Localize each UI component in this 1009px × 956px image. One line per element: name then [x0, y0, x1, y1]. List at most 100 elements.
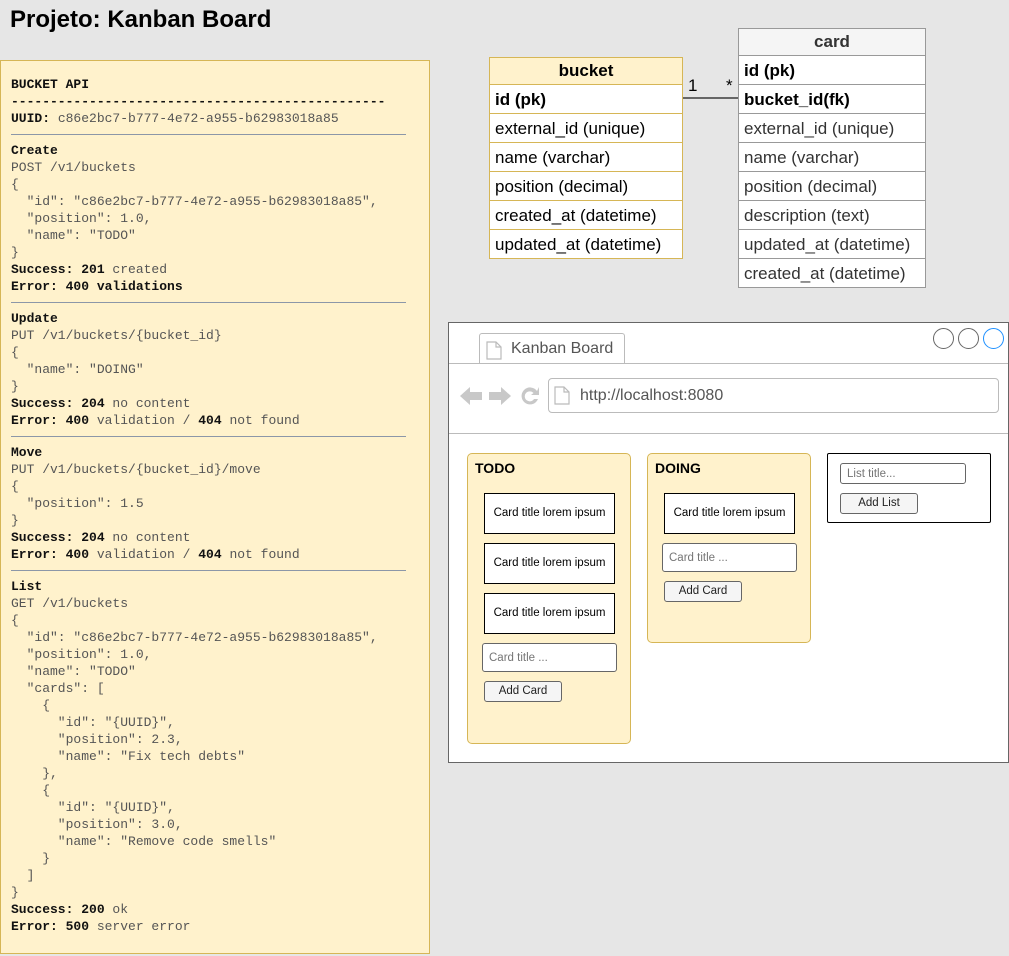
- url-text: http://localhost:8080: [580, 387, 724, 404]
- section-success: Success: 204 no content: [11, 529, 419, 546]
- section-body-line: {: [11, 479, 19, 494]
- section-body-line: ]: [11, 868, 35, 883]
- kanban-card[interactable]: Card title lorem ipsum: [664, 493, 795, 534]
- api-doc-panel: BUCKET API -----------------------------…: [0, 60, 430, 954]
- success-text: created: [104, 262, 168, 277]
- section-body-line: }: [11, 851, 51, 866]
- error-code-2: 404: [198, 413, 222, 428]
- section-request: PUT /v1/buckets/{bucket_id}: [11, 328, 222, 343]
- section-body-line: }: [11, 379, 19, 394]
- relation-line: [683, 97, 739, 99]
- section-body-line: "cards": [: [11, 681, 105, 696]
- er-table-bucket-name: bucket: [490, 58, 682, 84]
- uuid-value: c86e2bc7-b777-4e72-a955-b62983018a85: [50, 111, 339, 126]
- reload-icon[interactable]: [519, 385, 541, 412]
- er-field-row: external_id (unique): [490, 113, 682, 142]
- section-body-line: {: [11, 613, 19, 628]
- er-field-row: position (decimal): [490, 171, 682, 200]
- section-body-line: "id": "{UUID}",: [11, 715, 175, 730]
- back-arrow-icon[interactable]: [459, 385, 483, 412]
- er-table-card: card id (pk) bucket_id(fk) external_id (un…: [738, 28, 926, 288]
- doc-sections: Create POST /v1/buckets { "id": "c86e2bc7-…: [11, 134, 419, 935]
- list-title: DOING: [655, 460, 701, 476]
- doc-divider: [11, 302, 406, 303]
- doc-section: Move PUT /v1/buckets/{bucket_id}/move { "p…: [11, 444, 419, 563]
- doc-section: Create POST /v1/buckets { "id": "c86e2bc7-…: [11, 142, 419, 295]
- card-title-input[interactable]: [482, 643, 617, 672]
- doc-section: Update PUT /v1/buckets/{bucket_id} { "name…: [11, 310, 419, 429]
- section-body-line: "position": 2.3,: [11, 732, 183, 747]
- section-body-line: }: [11, 885, 19, 900]
- kanban-card[interactable]: Card title lorem ipsum: [484, 593, 615, 634]
- section-body-line: "name": "TODO": [11, 664, 136, 679]
- add-card-button[interactable]: Add Card: [664, 581, 742, 602]
- success-text: no content: [104, 396, 191, 411]
- section-error: Error: 400 validation / 404 not found: [11, 412, 419, 429]
- window-minimize-button[interactable]: [933, 328, 954, 349]
- success-code: Success: 201: [11, 262, 105, 277]
- error-text: validation /: [89, 413, 199, 428]
- section-body-line: },: [11, 766, 58, 781]
- add-card-button[interactable]: Add Card: [484, 681, 562, 702]
- er-field-row: id (pk): [490, 84, 682, 113]
- section-body-line: "position": 1.0,: [11, 647, 152, 662]
- er-table-bucket: bucket id (pk) external_id (unique) name (…: [489, 57, 683, 259]
- er-field-row: name (varchar): [490, 142, 682, 171]
- er-field-row: created_at (datetime): [490, 200, 682, 229]
- section-body-line: {: [11, 177, 19, 192]
- er-field-row: external_id (unique): [739, 113, 925, 142]
- section-body-line: "position": 1.0,: [11, 211, 152, 226]
- list-title: TODO: [475, 460, 516, 476]
- er-table-card-name: card: [739, 29, 925, 55]
- add-list-button[interactable]: Add List: [840, 493, 918, 514]
- kanban-list-doing: DOING Card title lorem ipsum Add Card: [647, 453, 811, 643]
- section-body-line: {: [11, 698, 51, 713]
- section-success: Success: 200 ok: [11, 901, 419, 918]
- browser-window: Kanban Board http://localhost:8080 TODO …: [448, 322, 1009, 763]
- success-code: Success: 200: [11, 902, 105, 917]
- section-request: GET /v1/buckets: [11, 596, 129, 611]
- uuid-label: UUID:: [11, 111, 51, 126]
- section-body-line: "id": "c86e2bc7-b777-4e72-a955-b62983018…: [11, 194, 378, 209]
- window-maximize-button[interactable]: [958, 328, 979, 349]
- section-body-line: "id": "c86e2bc7-b777-4e72-a955-b62983018…: [11, 630, 378, 645]
- er-field-row: name (varchar): [739, 142, 925, 171]
- error-code: Error: 400: [11, 413, 90, 428]
- section-body-line: "name": "DOING": [11, 362, 144, 377]
- window-close-button[interactable]: [983, 328, 1004, 349]
- nav-divider: [449, 433, 1008, 434]
- page-icon: [486, 341, 502, 365]
- doc-section: List GET /v1/buckets { "id": "c86e2bc7-b77…: [11, 578, 419, 935]
- section-body-line: {: [11, 345, 19, 360]
- error-text-2: not found: [221, 547, 300, 562]
- doc-divider: [11, 436, 406, 437]
- section-body-line: "position": 1.5: [11, 496, 144, 511]
- address-bar[interactable]: http://localhost:8080: [548, 378, 999, 413]
- browser-tab[interactable]: Kanban Board: [479, 333, 625, 364]
- doc-dashes: ----------------------------------------…: [11, 94, 386, 109]
- card-title-input[interactable]: [662, 543, 797, 572]
- section-title: Move: [11, 445, 43, 460]
- error-text-2: not found: [221, 413, 300, 428]
- error-code: Error: 400: [11, 547, 90, 562]
- section-body-line: }: [11, 513, 19, 528]
- kanban-card[interactable]: Card title lorem ipsum: [484, 543, 615, 584]
- success-text: no content: [104, 530, 191, 545]
- browser-tab-title: Kanban Board: [511, 340, 614, 357]
- section-body-line: "name": "Remove code smells": [11, 834, 277, 849]
- relation-many-label: *: [726, 76, 733, 95]
- page-title: Projeto: Kanban Board: [10, 6, 272, 33]
- kanban-card[interactable]: Card title lorem ipsum: [484, 493, 615, 534]
- doc-divider: [11, 134, 406, 135]
- section-error: Error: 500 server error: [11, 918, 419, 935]
- section-body-line: }: [11, 245, 19, 260]
- doc-heading: BUCKET API: [11, 77, 90, 92]
- section-body-line: "id": "{UUID}",: [11, 800, 175, 815]
- er-field-row: description (text): [739, 200, 925, 229]
- forward-arrow-icon[interactable]: [488, 385, 512, 412]
- page-icon: [554, 386, 570, 410]
- er-field-row: bucket_id(fk): [739, 84, 925, 113]
- success-code: Success: 204: [11, 396, 105, 411]
- section-request: POST /v1/buckets: [11, 160, 136, 175]
- list-title-input[interactable]: [840, 463, 966, 484]
